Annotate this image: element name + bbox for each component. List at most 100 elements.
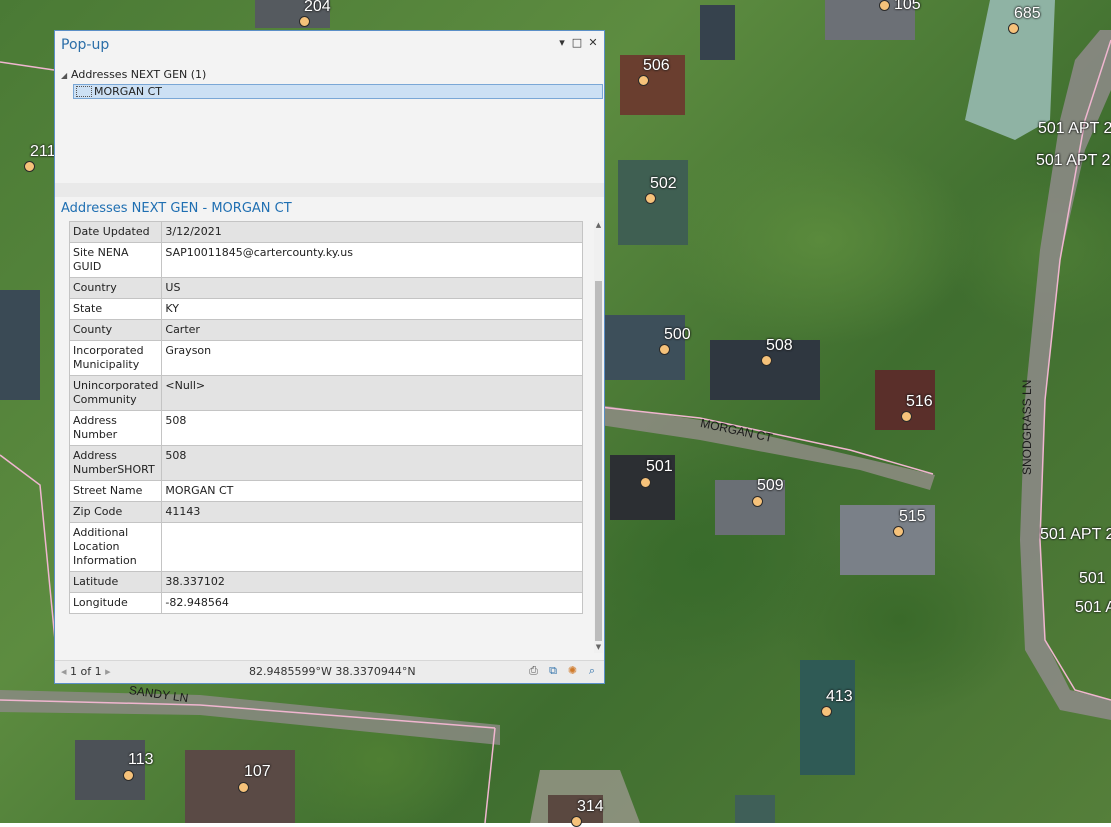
address-label: 500 xyxy=(664,326,691,343)
attribute-row: Unincorporated Community <Null> xyxy=(68,375,583,411)
attribute-value[interactable]: 38.337102 xyxy=(161,571,583,593)
attribute-key: Additional Location Information xyxy=(68,522,163,572)
address-point-506[interactable] xyxy=(638,75,649,86)
attribute-table: Date Updated 3/12/2021 Site NENA GUID SAP10… xyxy=(68,221,583,614)
attribute-key: Unincorporated Community xyxy=(68,375,163,411)
attribute-value[interactable]: KY xyxy=(161,298,583,320)
address-point-508[interactable] xyxy=(761,355,772,366)
address-label: 501 xyxy=(646,458,673,475)
export-icon[interactable]: ⧉ xyxy=(545,664,561,678)
address-label: 105 xyxy=(894,0,921,13)
attribute-row: Address Number 508 xyxy=(68,410,583,446)
attribute-value[interactable]: 41143 xyxy=(161,501,583,523)
next-arrow-icon[interactable]: ▸ xyxy=(105,665,111,678)
attribute-key: Address NumberSHORT xyxy=(68,445,163,481)
feature-box-icon xyxy=(76,86,92,97)
attribute-row: Date Updated 3/12/2021 xyxy=(68,221,583,243)
address-point-685[interactable] xyxy=(1008,23,1019,34)
popup-footer: ◂ 1 of 1 ▸ 82.9485599°W 38.3370944°N ⎙ ⧉… xyxy=(55,660,604,683)
attribute-value[interactable]: 508 xyxy=(161,445,583,481)
address-point-113[interactable] xyxy=(123,770,134,781)
maximize-icon[interactable]: □ xyxy=(570,36,584,49)
address-label: 204 xyxy=(304,0,331,15)
address-label: 509 xyxy=(757,477,784,494)
address-label: 501 xyxy=(1079,570,1106,587)
attribute-row: State KY xyxy=(68,298,583,320)
address-label: 685 xyxy=(1014,5,1041,22)
address-point-501[interactable] xyxy=(640,477,651,488)
attribute-row: Zip Code 41143 xyxy=(68,501,583,523)
address-label: 515 xyxy=(899,508,926,525)
attribute-value[interactable] xyxy=(161,522,583,572)
feature-tree: ◢ Addresses NEXT GEN (1) MORGAN CT xyxy=(61,67,603,99)
address-point-413[interactable] xyxy=(821,706,832,717)
address-point-516[interactable] xyxy=(901,411,912,422)
address-label: 506 xyxy=(643,57,670,74)
flash-icon[interactable]: ✺ xyxy=(565,664,581,677)
address-point-107[interactable] xyxy=(238,782,249,793)
address-label: 502 xyxy=(650,175,677,192)
road-label-snodgrass-ln: SNODGRASS LN xyxy=(1020,379,1034,475)
scroll-thumb[interactable] xyxy=(595,281,602,641)
attribute-value[interactable]: 3/12/2021 xyxy=(161,221,583,243)
attribute-key: Street Name xyxy=(68,480,163,502)
close-icon[interactable]: ✕ xyxy=(586,36,600,49)
address-point-509[interactable] xyxy=(752,496,763,507)
address-point-314[interactable] xyxy=(571,816,582,827)
popup-window[interactable]: Pop-up ▾ □ ✕ ◢ Addresses NEXT GEN (1) MOR… xyxy=(54,30,605,684)
attribute-value[interactable]: 508 xyxy=(161,410,583,446)
address-label: 107 xyxy=(244,763,271,780)
collapse-triangle-icon[interactable]: ◢ xyxy=(61,68,71,84)
address-label: 501 APT 2 xyxy=(1038,120,1111,137)
attribute-key: Site NENA GUID xyxy=(68,242,163,278)
tree-feature-label: MORGAN CT xyxy=(94,85,162,98)
attribute-key: Zip Code xyxy=(68,501,163,523)
zoom-to-icon[interactable]: ⌕ xyxy=(584,664,600,678)
address-point-502[interactable] xyxy=(645,193,656,204)
address-label: 516 xyxy=(906,393,933,410)
attribute-value[interactable]: SAP10011845@cartercounty.ky.us xyxy=(161,242,583,278)
scroll-down-icon[interactable]: ▼ xyxy=(594,643,603,653)
address-label: 413 xyxy=(826,688,853,705)
footer-tools: ⎙ ⧉ ✺ ⌕ xyxy=(526,664,601,678)
address-point-105[interactable] xyxy=(879,0,890,11)
attribute-value[interactable]: -82.948564 xyxy=(161,592,583,614)
tree-layer-label: Addresses NEXT GEN (1) xyxy=(71,68,207,81)
address-label: 501 APT 2 xyxy=(1036,152,1111,169)
attribute-row: Latitude 38.337102 xyxy=(68,571,583,593)
menu-dropdown-icon[interactable]: ▾ xyxy=(555,36,569,49)
attribute-value[interactable]: US xyxy=(161,277,583,299)
attribute-key: State xyxy=(68,298,163,320)
attribute-key: Address Number xyxy=(68,410,163,446)
attribute-row: Country US xyxy=(68,277,583,299)
attribute-row: Street Name MORGAN CT xyxy=(68,480,583,502)
popup-title: Pop-up xyxy=(61,37,110,53)
attribute-value[interactable]: <Null> xyxy=(161,375,583,411)
address-point-515[interactable] xyxy=(893,526,904,537)
scroll-up-icon[interactable]: ▲ xyxy=(594,221,603,231)
attribute-value[interactable]: MORGAN CT xyxy=(161,480,583,502)
print-icon[interactable]: ⎙ xyxy=(526,664,542,678)
address-point-500[interactable] xyxy=(659,344,670,355)
pane-splitter[interactable] xyxy=(55,183,604,197)
pager-text: 1 of 1 xyxy=(70,665,102,678)
address-label: 508 xyxy=(766,337,793,354)
attribute-key: Date Updated xyxy=(68,221,163,243)
attribute-value[interactable]: Grayson xyxy=(161,340,583,376)
prev-arrow-icon[interactable]: ◂ xyxy=(61,665,67,678)
address-point-211[interactable] xyxy=(24,161,35,172)
tree-feature-item[interactable]: MORGAN CT xyxy=(73,84,603,99)
attribute-value[interactable]: Carter xyxy=(161,319,583,341)
attribute-key: Country xyxy=(68,277,163,299)
coordinate-readout: 82.9485599°W 38.3370944°N xyxy=(249,665,416,678)
address-point-204[interactable] xyxy=(299,16,310,27)
address-label: 211 xyxy=(30,143,56,160)
address-label: 314 xyxy=(577,798,604,815)
attribute-row: Address NumberSHORT 508 xyxy=(68,445,583,481)
detail-title: Addresses NEXT GEN - MORGAN CT xyxy=(61,201,292,216)
vertical-scrollbar[interactable]: ▲ ▼ xyxy=(594,221,603,653)
address-label: 501 A xyxy=(1075,599,1111,616)
tree-layer-node[interactable]: ◢ Addresses NEXT GEN (1) xyxy=(61,67,602,83)
attribute-key: Incorporated Municipality xyxy=(68,340,163,376)
attribute-row: County Carter xyxy=(68,319,583,341)
